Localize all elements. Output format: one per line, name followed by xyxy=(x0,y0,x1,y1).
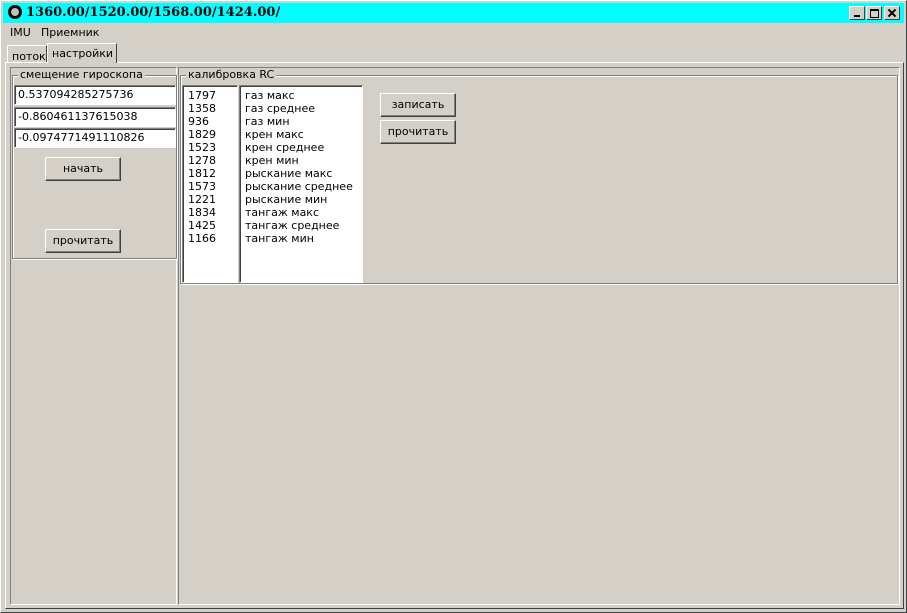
list-item[interactable]: 1812 xyxy=(188,167,237,180)
close-icon xyxy=(888,9,896,17)
minimize-button[interactable] xyxy=(849,6,865,20)
list-item[interactable]: 1358 xyxy=(188,102,237,115)
minimize-icon xyxy=(854,15,860,17)
list-item[interactable]: крен макс xyxy=(245,128,362,141)
list-item[interactable]: рыскание макс xyxy=(245,167,362,180)
maximize-icon xyxy=(869,8,879,18)
rc-names-list[interactable]: газ макс газ среднее газ мин крен макс к… xyxy=(239,85,363,283)
gyro-read-button[interactable]: прочитать xyxy=(45,229,121,253)
list-item[interactable]: газ среднее xyxy=(245,102,362,115)
menu-receiver[interactable]: Приемник xyxy=(41,26,99,39)
list-item[interactable]: 1834 xyxy=(188,206,237,219)
tab-stream[interactable]: поток xyxy=(7,45,47,63)
list-item[interactable]: 1166 xyxy=(188,232,237,245)
window-title: 1360.00/1520.00/1568.00/1424.00/ xyxy=(26,5,281,20)
list-item[interactable]: крен мин xyxy=(245,154,362,167)
list-item[interactable]: 1278 xyxy=(188,154,237,167)
menu-bar: IMU Приемник xyxy=(4,24,903,41)
rc-calibration-group-title: калибровка RC xyxy=(186,68,277,81)
rc-calibration-group: калибровка RC 1797 1358 936 1829 1523 12… xyxy=(180,68,898,284)
rc-values-list[interactable]: 1797 1358 936 1829 1523 1278 1812 1573 1… xyxy=(182,85,238,283)
gyro-offset-group: смещение гироскопа 0.537094285275736 -0.… xyxy=(12,68,177,259)
app-icon[interactable] xyxy=(8,5,22,19)
menu-imu[interactable]: IMU xyxy=(10,26,31,39)
list-item[interactable]: крен среднее xyxy=(245,141,362,154)
list-item[interactable]: 1797 xyxy=(188,89,237,102)
settings-tab-page: смещение гироскопа 0.537094285275736 -0.… xyxy=(5,62,904,609)
gyro-offset-y-field[interactable]: -0.860461137615038 xyxy=(14,107,176,127)
list-item[interactable]: 1829 xyxy=(188,128,237,141)
list-item[interactable]: 936 xyxy=(188,115,237,128)
maximize-button[interactable] xyxy=(866,6,882,20)
gyro-offset-x-field[interactable]: 0.537094285275736 xyxy=(14,85,176,105)
tab-settings[interactable]: настройки xyxy=(47,43,117,63)
list-item[interactable]: газ мин xyxy=(245,115,362,128)
list-item[interactable]: газ макс xyxy=(245,89,362,102)
list-item[interactable]: рыскание среднее xyxy=(245,180,362,193)
title-bar[interactable]: 1360.00/1520.00/1568.00/1424.00/ xyxy=(3,3,904,23)
list-item[interactable]: 1425 xyxy=(188,219,237,232)
gyro-offset-group-title: смещение гироскопа xyxy=(18,68,145,81)
gyro-start-button[interactable]: начать xyxy=(45,157,121,181)
list-item[interactable]: тангаж среднее xyxy=(245,219,362,232)
rc-write-button[interactable]: записать xyxy=(380,93,456,117)
list-item[interactable]: рыскание мин xyxy=(245,193,362,206)
list-item[interactable]: 1523 xyxy=(188,141,237,154)
close-button[interactable] xyxy=(884,6,900,20)
rc-read-button[interactable]: прочитать xyxy=(380,120,456,144)
app-window: 1360.00/1520.00/1568.00/1424.00/ IMU При… xyxy=(0,0,907,613)
list-item[interactable]: 1573 xyxy=(188,180,237,193)
list-item[interactable]: тангаж макс xyxy=(245,206,362,219)
list-item[interactable]: 1221 xyxy=(188,193,237,206)
gyro-offset-z-field[interactable]: -0.0974771491110826 xyxy=(14,128,176,148)
list-item[interactable]: тангаж мин xyxy=(245,232,362,245)
left-panel: смещение гироскопа 0.537094285275736 -0.… xyxy=(10,67,177,605)
right-panel: калибровка RC 1797 1358 936 1829 1523 12… xyxy=(178,67,900,605)
